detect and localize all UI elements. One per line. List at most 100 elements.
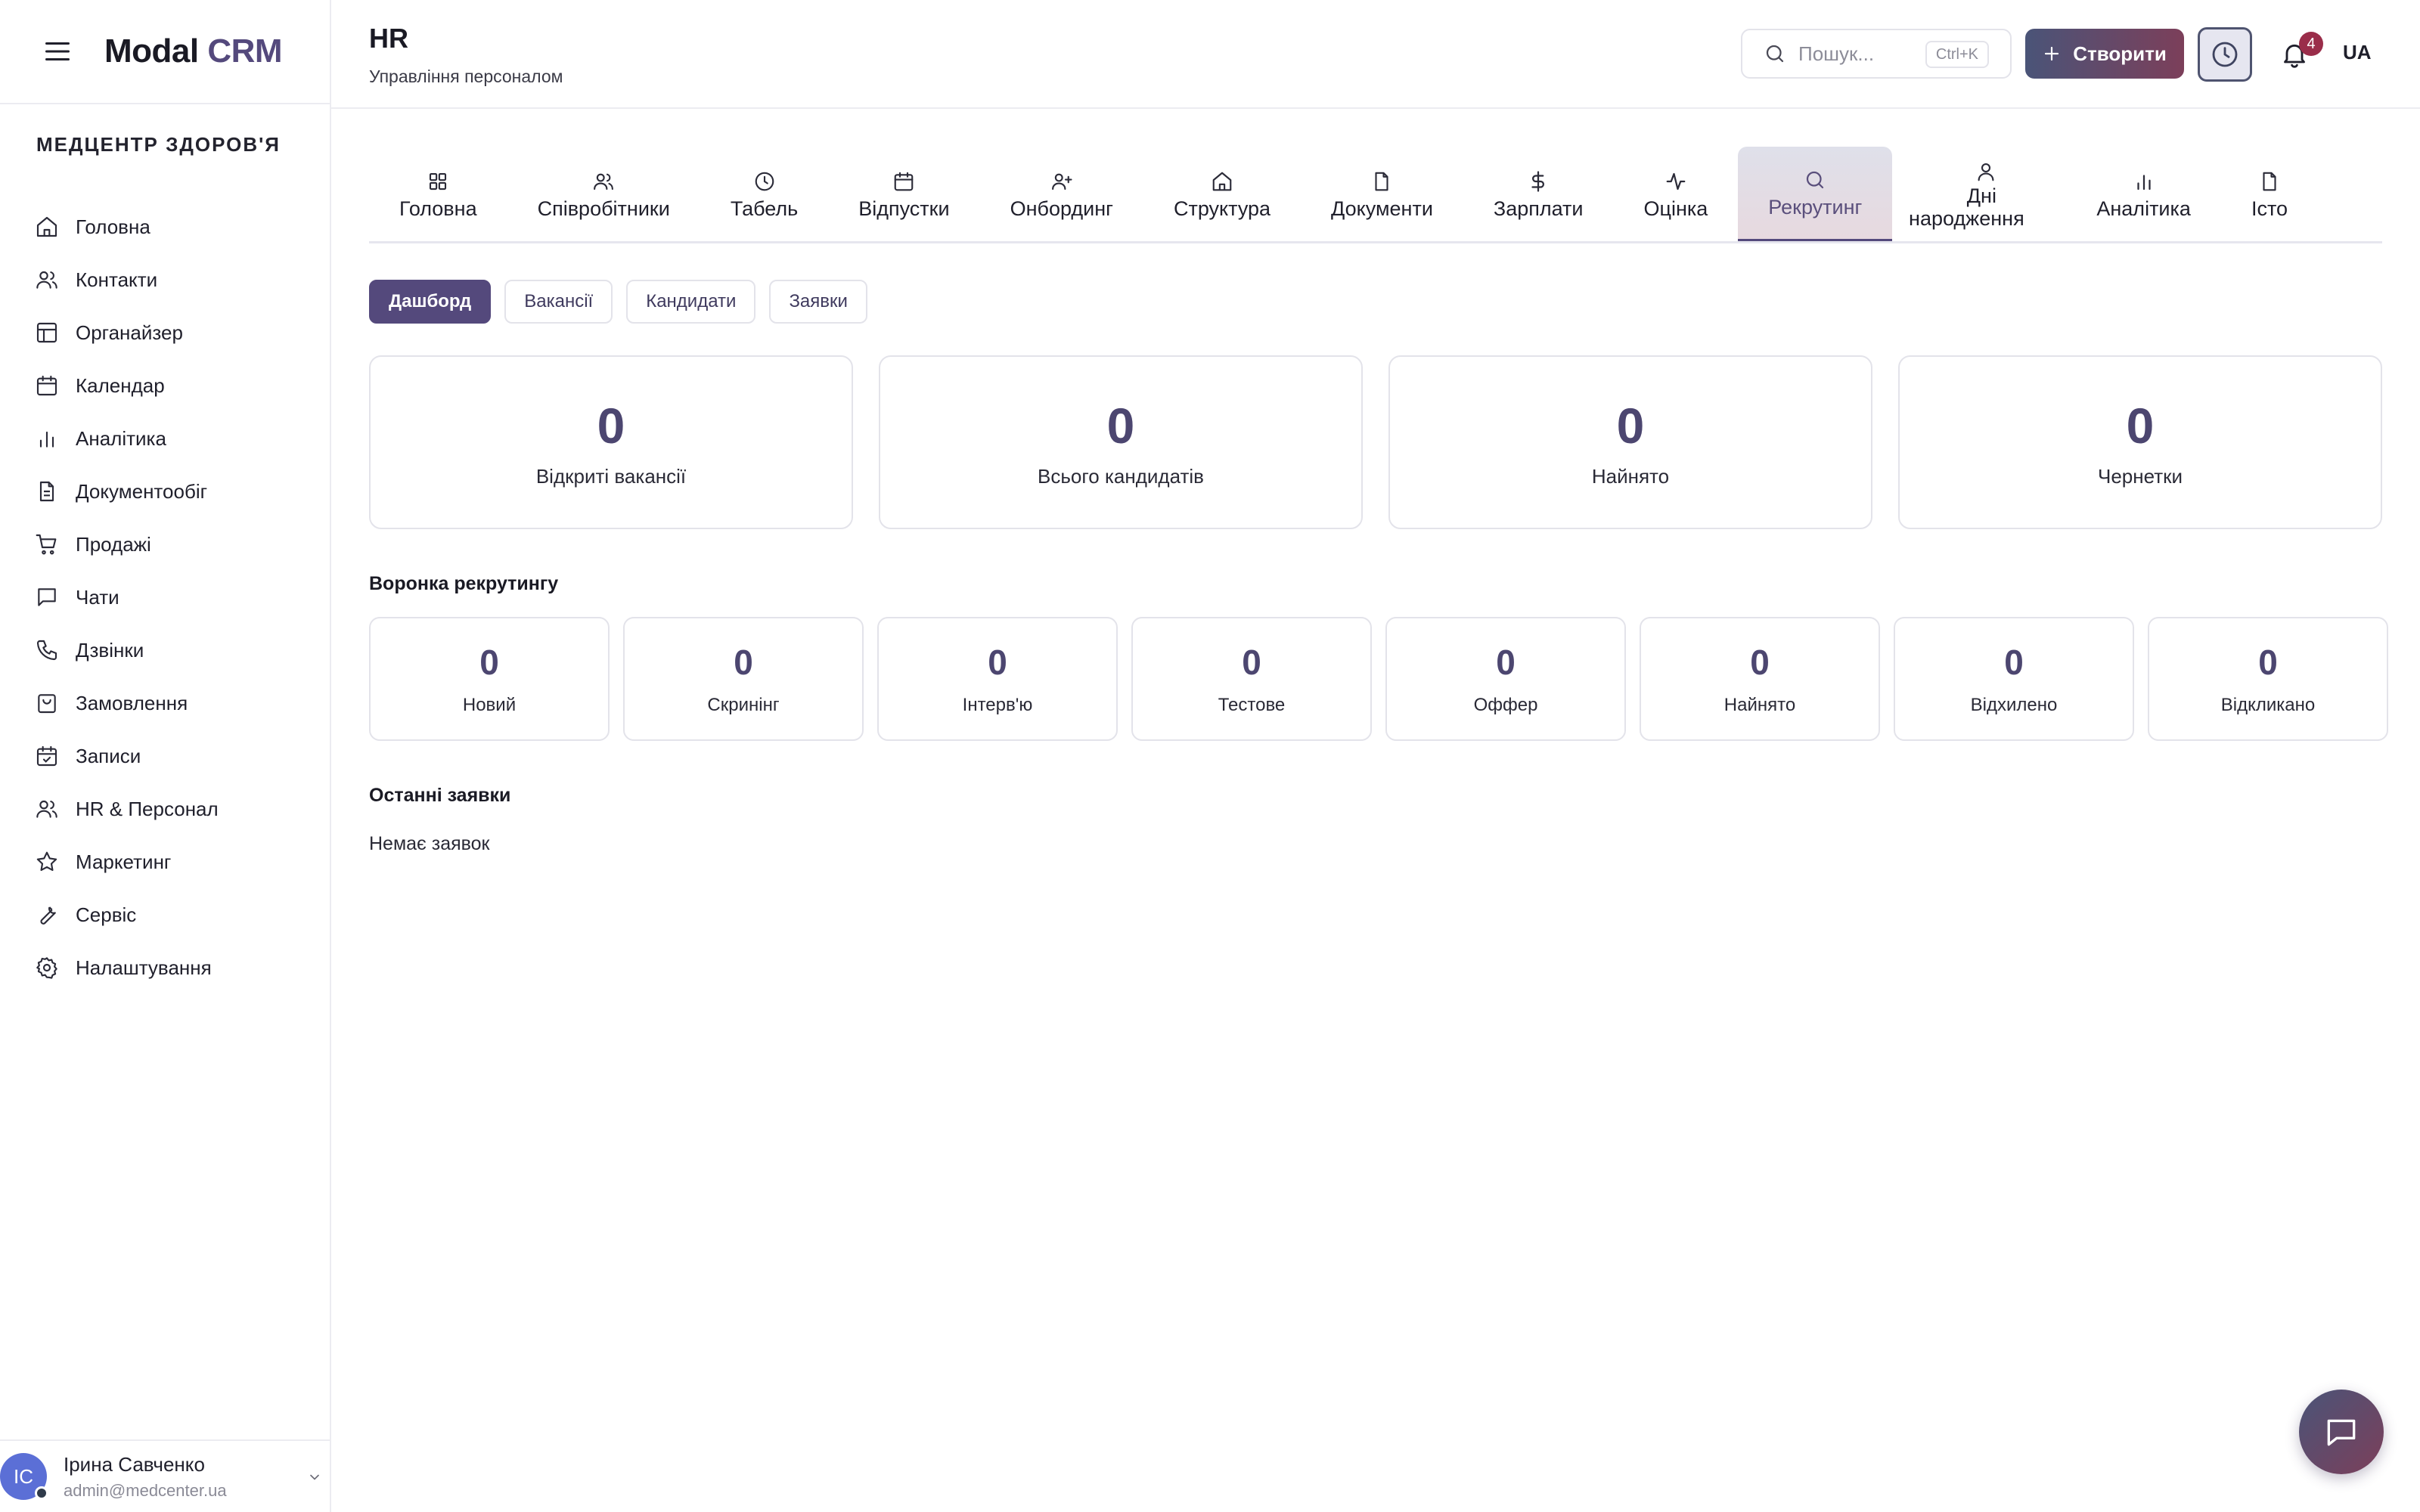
create-button[interactable]: Створити (2025, 29, 2184, 79)
notifications-badge: 4 (2299, 32, 2323, 56)
sidebar-item-marketing[interactable]: Маркетинг (0, 835, 330, 888)
chat-launcher-button[interactable] (2299, 1390, 2384, 1474)
funnel-value: 0 (734, 643, 753, 682)
wrench-icon (33, 901, 60, 928)
menu-toggle-button[interactable] (42, 36, 73, 67)
tab-employees[interactable]: Співробітники (507, 147, 700, 241)
recruiting-funnel: 0 Новий 0 Скринінг 0 Інтерв'ю 0 Тестове … (369, 617, 2388, 741)
stat-value: 0 (1616, 397, 1645, 454)
sidebar-item-analytics[interactable]: Аналітика (0, 412, 330, 465)
funnel-value: 0 (1496, 643, 1516, 682)
sidebar-item-sales[interactable]: Продажі (0, 518, 330, 571)
language-switcher[interactable]: UA (2343, 41, 2372, 64)
tab-birthdays[interactable]: Дні народження (1892, 147, 2066, 241)
calendar-icon (33, 372, 60, 399)
funnel-stage-withdrawn: 0 Відкликано (2148, 617, 2388, 741)
recent-requests-title: Останні заявки (369, 785, 511, 806)
sidebar-item-orders[interactable]: Замовлення (0, 677, 330, 730)
phone-icon (33, 637, 60, 664)
tab-onboarding[interactable]: Онбординг (980, 147, 1143, 241)
tab-label: Оцінка (1643, 197, 1708, 220)
sidebar-item-calendar[interactable]: Календар (0, 359, 330, 412)
tab-label: Аналітика (2096, 197, 2191, 220)
tab-documents[interactable]: Документи (1301, 147, 1463, 241)
tab-history[interactable]: Істо (2221, 147, 2288, 241)
funnel-label: Найнято (1723, 695, 1796, 715)
sidebar-item-label: Документообіг (76, 479, 208, 503)
sidebar-item-label: Головна (76, 215, 150, 238)
tab-structure[interactable]: Структура (1143, 147, 1301, 241)
sidebar-item-label: Налаштування (76, 956, 212, 979)
top-header: HR Управління персоналом Ctrl+K Створити… (331, 0, 2420, 109)
dollar-icon (1527, 169, 1550, 194)
sidebar-item-contacts[interactable]: Контакти (0, 253, 330, 306)
tab-recruiting[interactable]: Рекрутинг (1738, 147, 1893, 241)
gear-icon (33, 954, 60, 981)
sidebar-item-label: Замовлення (76, 691, 188, 714)
sidebar: Modal CRM МЕДЦЕНТР ЗДОРОВ'Я Головна Конт… (0, 0, 331, 1512)
time-tracker-button[interactable] (2198, 27, 2252, 82)
tab-label: Зарплати (1493, 197, 1584, 220)
subtab-requests[interactable]: Заявки (769, 280, 867, 324)
sidebar-item-hr[interactable]: HR & Персонал (0, 782, 330, 835)
funnel-label: Інтерв'ю (962, 695, 1033, 715)
subtab-dashboard[interactable]: Дашборд (369, 280, 492, 324)
sidebar-item-service[interactable]: Сервіс (0, 888, 330, 941)
sidebar-item-documents[interactable]: Документообіг (0, 465, 330, 518)
subtab-candidates[interactable]: Кандидати (626, 280, 756, 324)
funnel-label: Відхилено (1970, 695, 2058, 715)
stat-value: 0 (1106, 397, 1135, 454)
plus-icon (2043, 45, 2061, 63)
tab-evaluation[interactable]: Оцінка (1614, 147, 1739, 241)
activity-icon (1665, 169, 1687, 194)
stat-label: Всього кандидатів (1038, 464, 1204, 488)
home-icon (33, 213, 60, 240)
funnel-value: 0 (988, 643, 1007, 682)
notifications-button[interactable]: 4 (2267, 27, 2323, 82)
funnel-stage-screening: 0 Скринінг (623, 617, 864, 741)
funnel-value: 0 (2004, 643, 2024, 682)
sidebar-item-chats[interactable]: Чати (0, 571, 330, 624)
file-icon (1370, 169, 1393, 194)
calendar-check-icon (33, 742, 60, 770)
funnel-value: 0 (2258, 643, 2278, 682)
users-icon (33, 266, 60, 293)
sidebar-item-label: Дзвінки (76, 638, 144, 662)
sidebar-item-appointments[interactable]: Записи (0, 730, 330, 782)
tab-label: Істо (2251, 197, 2288, 220)
sidebar-item-home[interactable]: Головна (0, 200, 330, 253)
user-icon (1975, 159, 1997, 184)
tab-timesheet[interactable]: Табель (700, 147, 828, 241)
avatar: IC (0, 1453, 48, 1500)
search-input[interactable] (1798, 42, 1927, 66)
search-box[interactable]: Ctrl+K (1741, 29, 2012, 79)
clock-icon (2210, 39, 2240, 70)
search-icon (1764, 42, 1786, 65)
subtab-vacancies[interactable]: Вакансії (504, 280, 613, 324)
stat-card-hired: 0 Найнято (1388, 355, 1872, 529)
sidebar-header: Modal CRM (0, 0, 330, 104)
user-profile[interactable]: IC Ірина Савченко admin@medcenter.ua (0, 1439, 330, 1512)
funnel-label: Відкликано (2220, 695, 2316, 715)
sidebar-item-label: Маркетинг (76, 850, 172, 873)
sidebar-item-calls[interactable]: Дзвінки (0, 624, 330, 677)
tab-label: Рекрутинг (1768, 196, 1863, 218)
funnel-stage-offer: 0 Оффер (1385, 617, 1626, 741)
sidebar-nav: Головна Контакти Органайзер Календар Ана… (0, 200, 330, 994)
online-status-dot (35, 1486, 48, 1500)
sidebar-item-settings[interactable]: Налаштування (0, 941, 330, 994)
app-logo[interactable]: Modal CRM (104, 33, 283, 70)
funnel-label: Новий (462, 695, 517, 715)
tab-vacations[interactable]: Відпустки (828, 147, 979, 241)
create-button-label: Створити (2073, 42, 2167, 65)
sidebar-item-label: Чати (76, 585, 119, 609)
tab-salaries[interactable]: Зарплати (1463, 147, 1614, 241)
chevron-down-icon[interactable] (307, 1470, 322, 1485)
tab-home[interactable]: Головна (369, 147, 507, 241)
funnel-stage-rejected: 0 Відхилено (1894, 617, 2134, 741)
sidebar-item-organizer[interactable]: Органайзер (0, 306, 330, 359)
sidebar-item-label: Календар (76, 373, 165, 397)
funnel-stage-interview: 0 Інтерв'ю (877, 617, 1118, 741)
search-icon (1804, 167, 1826, 193)
tab-analytics[interactable]: Аналітика (2066, 147, 2221, 241)
